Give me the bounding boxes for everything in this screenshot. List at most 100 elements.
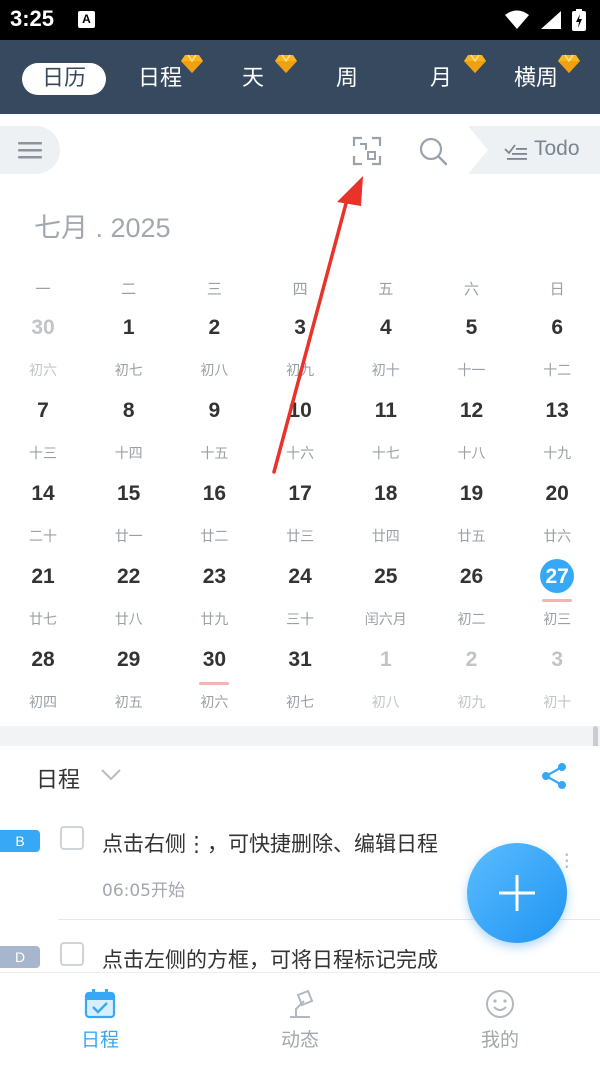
day-number: 25 <box>374 565 398 588</box>
calendar-day[interactable]: 7 十三 <box>0 393 86 476</box>
calendar-day[interactable]: 2 初九 <box>429 642 515 725</box>
lunar-date: 初五 <box>114 695 143 711</box>
month-title[interactable]: 七月 . 2025 <box>34 206 171 245</box>
calendar-day[interactable]: 19 廿五 <box>429 476 515 559</box>
share-icon[interactable] <box>540 762 568 790</box>
weekday-label: 四 <box>292 280 308 298</box>
add-schedule-button[interactable] <box>467 843 567 943</box>
day-number: 26 <box>459 565 484 588</box>
smiley-icon <box>486 990 514 1018</box>
calendar-day[interactable]: 23 廿九 <box>171 559 257 642</box>
weekday-label: 日 <box>549 280 565 298</box>
calendar-day[interactable]: 18 廿四 <box>343 476 429 559</box>
calendar-day[interactable]: 17 廿三 <box>257 476 343 559</box>
chevron-down-icon[interactable] <box>100 768 122 782</box>
tab-month[interactable]: 月 <box>416 63 466 95</box>
day-number: 6 <box>551 316 564 339</box>
tab-day[interactable]: 天 <box>228 63 278 95</box>
scan-icon[interactable] <box>352 136 382 166</box>
todo-label: Todo <box>534 137 580 160</box>
status-bar: 3:25 A <box>0 0 600 40</box>
day-number: 12 <box>459 399 484 422</box>
complete-checkbox[interactable] <box>60 826 84 850</box>
bottom-nav-schedule[interactable]: 日程 <box>0 973 200 1065</box>
more-options-icon[interactable]: · · · <box>564 845 570 877</box>
calendar-day[interactable]: 11 十七 <box>343 393 429 476</box>
calendar-day[interactable]: 28 初四 <box>0 642 86 725</box>
calendar-day[interactable]: 29 初五 <box>86 642 172 725</box>
menu-button[interactable] <box>0 126 60 174</box>
lunar-date: 廿四 <box>371 529 400 545</box>
calendar-day[interactable]: 4 初十 <box>343 310 429 393</box>
weekday-label: 一 <box>35 280 51 298</box>
lunar-date: 廿二 <box>200 529 229 545</box>
calendar-day[interactable]: 3 初九 <box>257 310 343 393</box>
bottom-nav-me[interactable]: 我的 <box>400 973 600 1065</box>
calendar-day[interactable]: 26 初二 <box>429 559 515 642</box>
lunar-date: 初十 <box>371 363 400 379</box>
complete-checkbox[interactable] <box>60 942 84 966</box>
weekday-label: 五 <box>378 280 394 298</box>
calendar-day[interactable]: 25 闰六月 <box>343 559 429 642</box>
todo-button[interactable]: Todo <box>468 126 600 174</box>
event-indicator <box>542 599 573 602</box>
day-number: 5 <box>465 316 478 339</box>
day-number: 1 <box>379 648 392 671</box>
toolbar: Todo <box>0 114 600 174</box>
day-number: 9 <box>208 399 221 422</box>
battery-icon <box>572 9 586 31</box>
lunar-date: 廿七 <box>29 612 57 628</box>
day-number: 16 <box>202 482 227 505</box>
day-number: 15 <box>117 482 141 505</box>
premium-gem-icon <box>181 54 203 73</box>
calendar-day[interactable]: 15 廿一 <box>86 476 172 559</box>
calendar-day[interactable]: 22 廿八 <box>86 559 172 642</box>
calendar-day[interactable]: 8 十四 <box>86 393 172 476</box>
day-number: 2 <box>208 316 221 339</box>
day-number: 31 <box>288 648 312 671</box>
calendar-day[interactable]: 1 初八 <box>343 642 429 725</box>
schedule-title[interactable]: 日程 <box>36 762 80 794</box>
calendar-day[interactable]: 30 初六 <box>171 642 257 725</box>
view-tab-bar: 日历 日程 天 周 月 横周 <box>0 40 600 114</box>
calendar-day[interactable]: 13 十九 <box>514 393 600 476</box>
calendar-day[interactable]: 14 二十 <box>0 476 86 559</box>
event-indicator <box>199 682 230 685</box>
status-time: 3:25 <box>10 6 55 31</box>
calendar-day[interactable]: 24 三十 <box>257 559 343 642</box>
day-number: 3 <box>551 648 564 671</box>
status-icons <box>504 8 586 32</box>
calendar-day[interactable]: 5 十一 <box>429 310 515 393</box>
calendar-day[interactable]: 10 十六 <box>257 393 343 476</box>
search-icon[interactable] <box>418 136 448 166</box>
day-number: 8 <box>122 399 135 422</box>
calendar-day[interactable]: 2 初八 <box>171 310 257 393</box>
calendar-day[interactable]: 31 初七 <box>257 642 343 725</box>
lunar-date: 廿一 <box>114 529 143 545</box>
calendar-day[interactable]: 1 初七 <box>86 310 172 393</box>
lunar-date: 十三 <box>29 446 57 462</box>
day-number: 14 <box>31 482 55 505</box>
calendar-day-today[interactable]: 27 初三 <box>514 559 600 642</box>
calendar-day[interactable]: 6 十二 <box>514 310 600 393</box>
calendar-day[interactable]: 21 廿七 <box>0 559 86 642</box>
lunar-date: 初九 <box>286 363 315 379</box>
priority-tag: B <box>0 830 40 852</box>
weekday-label: 三 <box>206 280 222 298</box>
premium-gem-icon <box>558 54 580 73</box>
day-number: 22 <box>117 565 141 588</box>
calendar-day[interactable]: 20 廿六 <box>514 476 600 559</box>
tab-calendar[interactable]: 日历 <box>22 63 106 95</box>
bottom-nav-label: 我的 <box>480 1029 519 1051</box>
calendar-day[interactable]: 30 初六 <box>0 310 86 393</box>
lunar-date: 廿九 <box>200 612 229 628</box>
lunar-date: 初六 <box>200 695 229 711</box>
calendar-day[interactable]: 3 初十 <box>514 642 600 725</box>
calendar-day[interactable]: 12 十八 <box>429 393 515 476</box>
bottom-nav-feed[interactable]: 动态 <box>200 973 400 1065</box>
calendar-day[interactable]: 9 十五 <box>171 393 257 476</box>
calendar-day[interactable]: 16 廿二 <box>171 476 257 559</box>
lunar-date: 廿五 <box>457 529 486 545</box>
tab-week[interactable]: 周 <box>322 63 372 95</box>
lunar-date: 初三 <box>543 612 572 628</box>
